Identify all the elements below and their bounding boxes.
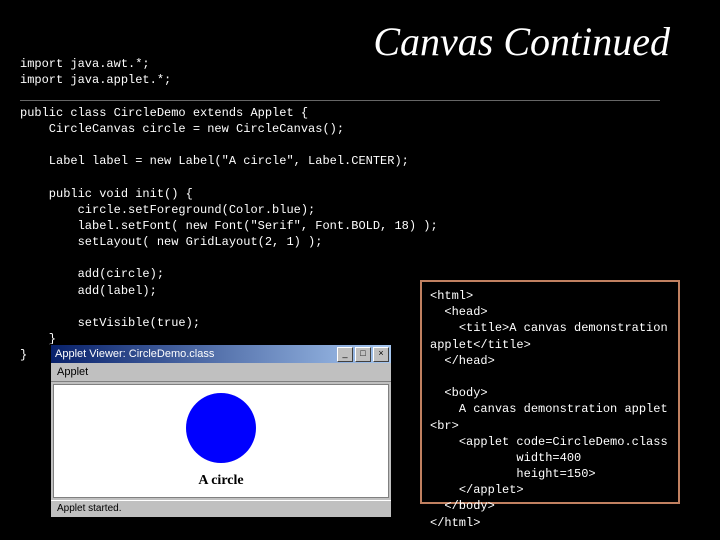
blue-circle-icon (186, 393, 256, 463)
menu-item-applet[interactable]: Applet (57, 366, 88, 378)
divider (20, 100, 660, 101)
menu-bar: Applet (51, 363, 391, 382)
html-code-block: <html> <head> <title>A canvas demonstrat… (420, 280, 680, 504)
window-controls: _ □ × (337, 347, 389, 362)
close-button[interactable]: × (373, 347, 389, 362)
window-title-text: Applet Viewer: CircleDemo.class (55, 348, 214, 360)
minimize-button[interactable]: _ (337, 347, 353, 362)
window-titlebar: Applet Viewer: CircleDemo.class _ □ × (51, 345, 391, 363)
maximize-button[interactable]: □ (355, 347, 371, 362)
applet-viewer-window: Applet Viewer: CircleDemo.class _ □ × Ap… (50, 344, 392, 518)
applet-body: A circle (53, 384, 389, 498)
java-code-block: import java.awt.*; import java.applet.*;… (20, 56, 438, 364)
status-bar: Applet started. (51, 500, 391, 517)
circle-caption: A circle (54, 473, 388, 489)
